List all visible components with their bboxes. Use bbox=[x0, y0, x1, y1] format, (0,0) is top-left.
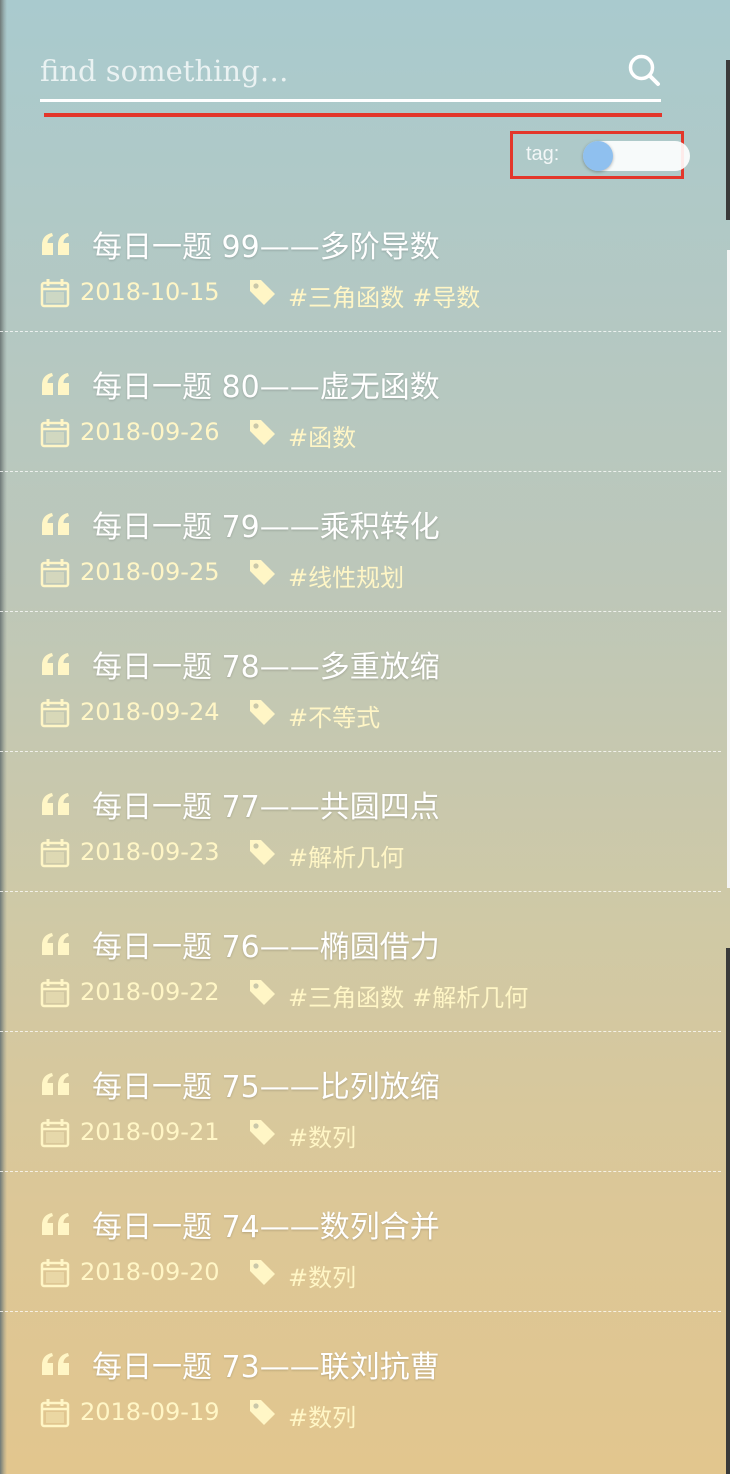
post-tags: #解析几何 bbox=[288, 838, 412, 873]
post-item[interactable]: 每日一题 79——乘积转化 2018-09-25 #线性规划 bbox=[0, 472, 721, 612]
calendar-icon bbox=[40, 1399, 70, 1428]
post-date: 2018-09-20 bbox=[80, 1258, 220, 1286]
quote-icon bbox=[42, 1213, 69, 1235]
post-date: 2018-10-15 bbox=[80, 278, 220, 306]
post-tags: #函数 bbox=[288, 418, 364, 453]
tag-toggle-label: tag: bbox=[526, 143, 560, 165]
post-tag-link[interactable]: #三角函数 bbox=[288, 984, 404, 1012]
tag-icon bbox=[250, 1260, 275, 1285]
post-tag-link[interactable]: #数列 bbox=[288, 1404, 356, 1432]
quote-icon bbox=[42, 793, 69, 815]
tag-icon bbox=[250, 560, 275, 585]
post-item[interactable]: 每日一题 99——多阶导数 2018-10-15 #三角函数 #导数 bbox=[0, 192, 721, 332]
post-title-link[interactable]: 每日一题 74——数列合并 bbox=[92, 1202, 440, 1246]
quote-icon bbox=[42, 653, 69, 675]
calendar-icon bbox=[40, 839, 70, 868]
post-title-link[interactable]: 每日一题 73——联刘抗曹 bbox=[92, 1342, 440, 1386]
search-bar bbox=[40, 48, 661, 104]
post-title-link[interactable]: 每日一题 80——虚无函数 bbox=[92, 362, 440, 406]
calendar-icon bbox=[40, 419, 70, 448]
tag-icon bbox=[250, 280, 275, 305]
post-title-link[interactable]: 每日一题 78——多重放缩 bbox=[92, 642, 440, 686]
post-item[interactable]: 每日一题 73——联刘抗曹 2018-09-19 #数列 bbox=[0, 1312, 721, 1451]
post-title-link[interactable]: 每日一题 75——比列放缩 bbox=[92, 1062, 440, 1106]
post-tag-link[interactable]: #不等式 bbox=[288, 704, 380, 732]
tag-icon bbox=[250, 1400, 275, 1425]
post-date: 2018-09-19 bbox=[80, 1398, 220, 1426]
post-item[interactable]: 每日一题 80——虚无函数 2018-09-26 #函数 bbox=[0, 332, 721, 472]
calendar-icon bbox=[40, 1119, 70, 1148]
post-tags: #不等式 bbox=[288, 698, 388, 733]
tag-icon bbox=[250, 980, 275, 1005]
post-tag-link[interactable]: #线性规划 bbox=[288, 564, 404, 592]
quote-icon bbox=[42, 373, 69, 395]
tag-toggle-switch[interactable] bbox=[583, 141, 690, 171]
post-title-link[interactable]: 每日一题 76——椭圆借力 bbox=[92, 922, 440, 966]
annotation-underline bbox=[44, 113, 662, 117]
post-item[interactable]: 每日一题 77——共圆四点 2018-09-23 #解析几何 bbox=[0, 752, 721, 892]
tag-icon bbox=[250, 840, 275, 865]
post-item[interactable]: 每日一题 75——比列放缩 2018-09-21 #数列 bbox=[0, 1032, 721, 1172]
post-tag-link[interactable]: #数列 bbox=[288, 1264, 356, 1292]
tag-icon bbox=[250, 700, 275, 725]
post-tags: #线性规划 bbox=[288, 558, 412, 593]
post-tag-link[interactable]: #数列 bbox=[288, 1124, 356, 1152]
tag-icon bbox=[250, 1120, 275, 1145]
post-title-link[interactable]: 每日一题 99——多阶导数 bbox=[92, 222, 440, 266]
post-item[interactable]: 每日一题 74——数列合并 2018-09-20 #数列 bbox=[0, 1172, 721, 1312]
post-tags: #三角函数 #导数 bbox=[288, 278, 488, 313]
post-tag-link[interactable]: #函数 bbox=[288, 424, 356, 452]
calendar-icon bbox=[40, 559, 70, 588]
scrollbar-segment[interactable] bbox=[726, 60, 730, 220]
post-date: 2018-09-26 bbox=[80, 418, 220, 446]
scrollbar-segment[interactable] bbox=[726, 948, 730, 1474]
quote-icon bbox=[42, 1073, 69, 1095]
calendar-icon bbox=[40, 699, 70, 728]
post-tag-link[interactable]: #导数 bbox=[412, 284, 480, 312]
post-date: 2018-09-22 bbox=[80, 978, 220, 1006]
post-list: 每日一题 99——多阶导数 2018-10-15 #三角函数 #导数每日一题 80——… bbox=[0, 192, 721, 1451]
calendar-icon bbox=[40, 1259, 70, 1288]
post-tag-link[interactable]: #解析几何 bbox=[288, 844, 404, 872]
search-input[interactable] bbox=[40, 48, 610, 94]
calendar-icon bbox=[40, 279, 70, 308]
post-tag-link[interactable]: #三角函数 bbox=[288, 284, 404, 312]
quote-icon bbox=[42, 233, 69, 255]
post-date: 2018-09-24 bbox=[80, 698, 220, 726]
post-tag-link[interactable]: #解析几何 bbox=[412, 984, 528, 1012]
post-item[interactable]: 每日一题 78——多重放缩 2018-09-24 #不等式 bbox=[0, 612, 721, 752]
post-tags: #数列 bbox=[288, 1118, 364, 1153]
toggle-knob[interactable] bbox=[583, 141, 613, 171]
post-date: 2018-09-25 bbox=[80, 558, 220, 586]
post-date: 2018-09-21 bbox=[80, 1118, 220, 1146]
tag-icon bbox=[250, 420, 275, 445]
quote-icon bbox=[42, 1353, 69, 1375]
quote-icon bbox=[42, 933, 69, 955]
post-item[interactable]: 每日一题 76——椭圆借力 2018-09-22 #三角函数 #解析几何 bbox=[0, 892, 721, 1032]
calendar-icon bbox=[40, 979, 70, 1008]
quote-icon bbox=[42, 513, 69, 535]
post-tags: #数列 bbox=[288, 1258, 364, 1293]
search-icon[interactable] bbox=[627, 53, 661, 87]
search-underline bbox=[40, 99, 661, 102]
post-date: 2018-09-23 bbox=[80, 838, 220, 866]
post-tags: #数列 bbox=[288, 1398, 364, 1433]
post-title-link[interactable]: 每日一题 77——共圆四点 bbox=[92, 782, 440, 826]
post-title-link[interactable]: 每日一题 79——乘积转化 bbox=[92, 502, 440, 546]
post-tags: #三角函数 #解析几何 bbox=[288, 978, 536, 1013]
